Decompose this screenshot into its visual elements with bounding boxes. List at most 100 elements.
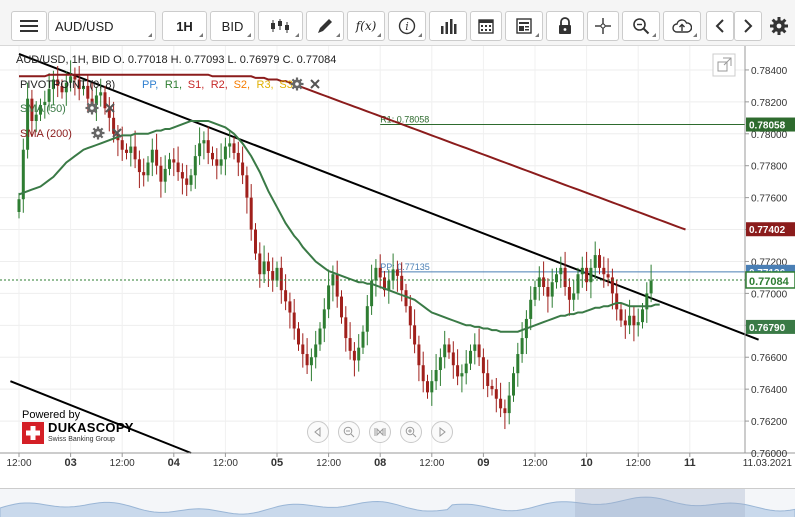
crosshair-icon xyxy=(595,18,611,34)
scroll-left-button[interactable] xyxy=(706,11,734,41)
candle-body xyxy=(481,357,485,374)
zoom-out-button[interactable] xyxy=(338,421,360,443)
pivot-legend-items: PP, R1, S1, R2, S2, R3, S3 xyxy=(142,79,293,91)
dropdown-corner-icon xyxy=(535,33,539,37)
zoom-button[interactable] xyxy=(622,11,660,41)
calendar-button[interactable] xyxy=(470,11,502,41)
cloud-upload-icon xyxy=(672,19,692,33)
candle-body xyxy=(576,274,580,294)
chart-type-button[interactable] xyxy=(258,11,303,41)
candle-body xyxy=(34,114,38,122)
pivot-legend-title: PIVOTPOINT (0, 8) xyxy=(20,79,115,91)
lock-button[interactable] xyxy=(546,11,584,41)
candle-body xyxy=(275,267,279,281)
triangle-right-icon xyxy=(439,427,446,437)
pivot-settings-button[interactable] xyxy=(290,77,304,91)
candle-body xyxy=(619,309,623,321)
time-tick-label: 12:00 xyxy=(626,458,651,469)
dropdown-corner-icon xyxy=(418,33,422,37)
zoom-icon xyxy=(633,18,650,35)
candle-body xyxy=(327,285,331,310)
candle-body xyxy=(623,320,627,326)
candle-body xyxy=(567,287,571,300)
time-tick-label: 12:00 xyxy=(110,458,135,469)
info-button[interactable]: i xyxy=(388,11,426,41)
time-axis[interactable]: 12:00 03 12:00 04 12:00 05 12:00 08 12:00 09 12:00… xyxy=(6,453,792,469)
candle-body xyxy=(417,344,421,366)
symbol-selector[interactable]: AUD/USD xyxy=(48,11,156,41)
chevron-right-icon xyxy=(744,19,753,33)
sma200-settings-button[interactable] xyxy=(91,126,105,140)
navigator-window[interactable] xyxy=(575,489,745,517)
lock-icon xyxy=(559,17,571,34)
dropdown-corner-icon xyxy=(295,33,299,37)
candle-body xyxy=(533,287,537,300)
candle-body xyxy=(305,354,309,366)
candlestick-icon xyxy=(270,19,289,33)
pivot-legend-item: R2, xyxy=(211,79,228,91)
dropdown-corner-icon xyxy=(148,33,152,37)
drawing-tools-button[interactable] xyxy=(306,11,344,41)
candle-body xyxy=(365,306,369,332)
candle-body xyxy=(352,350,356,361)
candle-body xyxy=(279,267,283,291)
zoom-in-icon xyxy=(405,426,417,438)
candle-body xyxy=(395,269,399,276)
candle-body xyxy=(254,229,257,254)
sma50-settings-button[interactable] xyxy=(85,101,99,115)
fit-icon xyxy=(374,427,386,437)
candle-body xyxy=(473,344,477,351)
candle-body xyxy=(125,149,128,153)
news-icon xyxy=(516,18,532,34)
candle-body xyxy=(400,275,404,291)
candle-body xyxy=(236,152,240,163)
price-tick-label: 0.76600 xyxy=(751,353,788,364)
upload-button[interactable] xyxy=(663,11,701,41)
time-tick-label: 05 xyxy=(271,457,283,469)
toolbar: AUD/USD 1H BID f(x) i xyxy=(0,0,795,46)
zoom-in-button[interactable] xyxy=(400,421,422,443)
candle-body xyxy=(198,143,202,157)
candle-body xyxy=(434,370,438,382)
candle-body xyxy=(185,178,189,185)
settings-button[interactable] xyxy=(766,11,792,41)
ohlc-legend: AUD/USD, 1H, BID O. 0.77018 H. 0.77093 L… xyxy=(16,54,336,66)
navigator-strip[interactable] xyxy=(0,488,795,517)
candle-body xyxy=(447,344,451,353)
volume-button[interactable] xyxy=(429,11,467,41)
candle-body xyxy=(180,172,184,179)
candle-body xyxy=(516,354,520,374)
nav-prev-button[interactable] xyxy=(307,421,329,443)
gear-hole xyxy=(90,106,94,110)
side-selector[interactable]: BID xyxy=(210,11,255,41)
expand-button[interactable] xyxy=(712,53,736,77)
zoom-out-icon xyxy=(343,426,355,438)
timeframe-selector[interactable]: 1H xyxy=(162,11,207,41)
candle-body xyxy=(271,271,275,281)
menu-button[interactable] xyxy=(11,11,47,41)
pivot-legend-item: S1, xyxy=(188,79,205,91)
crosshair-button[interactable] xyxy=(587,11,619,41)
candle-body xyxy=(137,159,141,173)
candle-body xyxy=(580,267,584,275)
nav-next-button[interactable] xyxy=(431,421,453,443)
news-button[interactable] xyxy=(505,11,543,41)
pivot-legend-item: PP, xyxy=(142,79,158,91)
candle-body xyxy=(284,290,288,302)
chevron-left-icon xyxy=(715,19,724,33)
candle-body xyxy=(348,338,352,351)
dropdown-corner-icon xyxy=(652,33,656,37)
candle-body xyxy=(378,267,382,278)
reset-view-button[interactable] xyxy=(369,421,391,443)
time-tick-label: 09 xyxy=(477,457,489,469)
candle-body xyxy=(460,373,464,377)
indicators-button[interactable]: f(x) xyxy=(347,11,385,41)
candle-body xyxy=(520,338,524,355)
candle-body xyxy=(228,143,232,147)
calendar-icon xyxy=(478,19,494,34)
candle-body xyxy=(499,398,503,409)
symbol-label: AUD/USD xyxy=(55,18,114,34)
scroll-right-button[interactable] xyxy=(734,11,762,41)
candle-body xyxy=(249,197,253,230)
time-tick-label: 12:00 xyxy=(316,458,341,469)
